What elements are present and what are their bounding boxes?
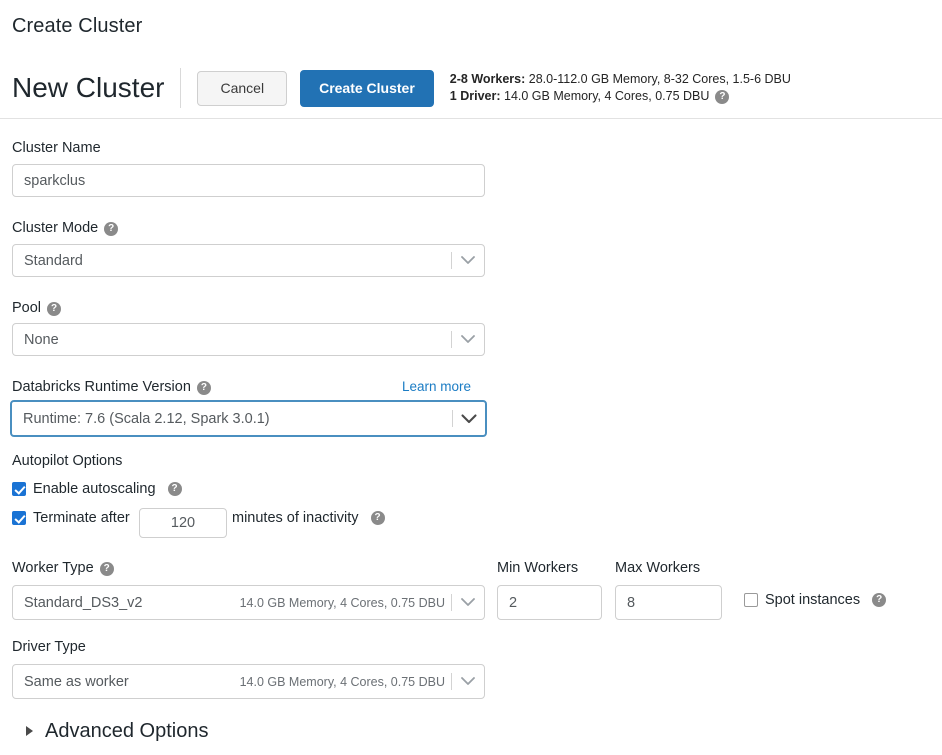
enable-autoscaling-label: Enable autoscaling [33,481,156,497]
runtime-label-text: Databricks Runtime Version [12,379,191,395]
cluster-name-label-text: Cluster Name [12,140,101,156]
terminate-after-input[interactable] [139,508,227,538]
pool-label: Pool ? [12,299,62,318]
spot-instances-label: Spot instances [765,592,861,608]
pool-select[interactable]: None [12,323,485,356]
chevron-down-icon[interactable] [452,256,484,265]
enable-autoscaling-row: Enable autoscaling ? [12,481,182,497]
terminate-after-help-icon[interactable]: ? [370,511,385,525]
driver-type-label-text: Driver Type [12,639,86,655]
terminate-after-label: Terminate after [33,510,130,526]
cluster-mode-label-text: Cluster Mode [12,220,99,236]
driver-type-select[interactable]: Same as worker 14.0 GB Memory, 4 Cores, … [12,664,485,699]
worker-type-select[interactable]: Standard_DS3_v2 14.0 GB Memory, 4 Cores,… [12,585,485,620]
cluster-heading: New Cluster [12,72,165,103]
autopilot-options-label: Autopilot Options [12,453,123,469]
driver-spec-detail: 14.0 GB Memory, 4 Cores, 0.75 DBU [500,89,710,103]
driver-spec-prefix: 1 Driver: [449,89,501,103]
workers-spec-prefix: 2-8 Workers: [449,72,526,86]
cluster-specs-summary: 2-8 Workers: 28.0-112.0 GB Memory, 8-32 … [450,71,791,105]
terminate-after-checkbox[interactable] [12,511,26,525]
cluster-mode-label: Cluster Mode ? [12,219,119,238]
header-separator [0,118,942,119]
driver-type-value: Same as worker [24,673,129,690]
chevron-down-icon[interactable] [452,335,484,344]
header-divider [180,68,182,108]
workers-spec-detail: 28.0-112.0 GB Memory, 8-32 Cores, 1.5-6 … [525,72,791,86]
terminate-after-suffix-row: minutes of inactivity ? [232,510,385,526]
terminate-after-suffix: minutes of inactivity [232,510,359,526]
worker-type-help-icon[interactable]: ? [99,561,114,576]
spot-instances-row: Spot instances ? [744,592,887,608]
create-cluster-button[interactable]: Create Cluster [300,69,434,107]
advanced-options-label: Advanced Options [45,720,209,742]
runtime-label: Databricks Runtime Version ? [12,378,211,397]
advanced-options-toggle[interactable]: Advanced Options [26,718,208,744]
max-workers-input[interactable] [615,585,722,620]
worker-type-label: Worker Type ? [12,559,114,578]
caret-right-icon [26,726,33,736]
worker-type-label-text: Worker Type [12,560,94,576]
chevron-down-icon[interactable] [453,413,485,424]
chevron-down-icon[interactable] [452,598,484,607]
cluster-mode-value: Standard [24,252,83,269]
terminate-after-row: Terminate after [12,510,130,526]
learn-more-link[interactable]: Learn more [402,379,471,394]
enable-autoscaling-help-icon[interactable]: ? [167,482,182,496]
worker-type-spec: 14.0 GB Memory, 4 Cores, 0.75 DBU [239,595,445,610]
pool-label-text: Pool [12,300,42,316]
min-workers-label-text: Min Workers [497,560,579,576]
cluster-name-label: Cluster Name [12,139,101,158]
spot-instances-checkbox[interactable] [744,593,758,607]
driver-type-spec: 14.0 GB Memory, 4 Cores, 0.75 DBU [239,674,445,689]
cluster-name-input[interactable] [12,164,485,197]
min-workers-input[interactable] [497,585,602,620]
max-workers-label-text: Max Workers [615,560,701,576]
runtime-help-icon[interactable]: ? [196,380,211,395]
worker-type-value: Standard_DS3_v2 [24,594,143,611]
driver-type-label: Driver Type [12,638,86,657]
enable-autoscaling-checkbox[interactable] [12,482,26,496]
chevron-down-icon[interactable] [452,677,484,686]
pool-help-icon[interactable]: ? [47,301,62,316]
page-title: Create Cluster [12,15,143,37]
pool-value: None [24,331,59,348]
cluster-mode-select[interactable]: Standard [12,244,485,277]
cluster-header: New Cluster Cancel Create Cluster 2-8 Wo… [0,58,942,118]
runtime-select[interactable]: Runtime: 7.6 (Scala 2.12, Spark 3.0.1) [10,400,487,437]
max-workers-label: Max Workers [615,559,700,578]
spot-instances-help-icon[interactable]: ? [872,593,887,607]
cancel-button[interactable]: Cancel [197,70,288,106]
min-workers-label: Min Workers [497,559,578,578]
cluster-mode-help-icon[interactable]: ? [104,221,119,236]
runtime-value: Runtime: 7.6 (Scala 2.12, Spark 3.0.1) [23,410,270,427]
specs-help-icon[interactable]: ? [715,89,730,104]
